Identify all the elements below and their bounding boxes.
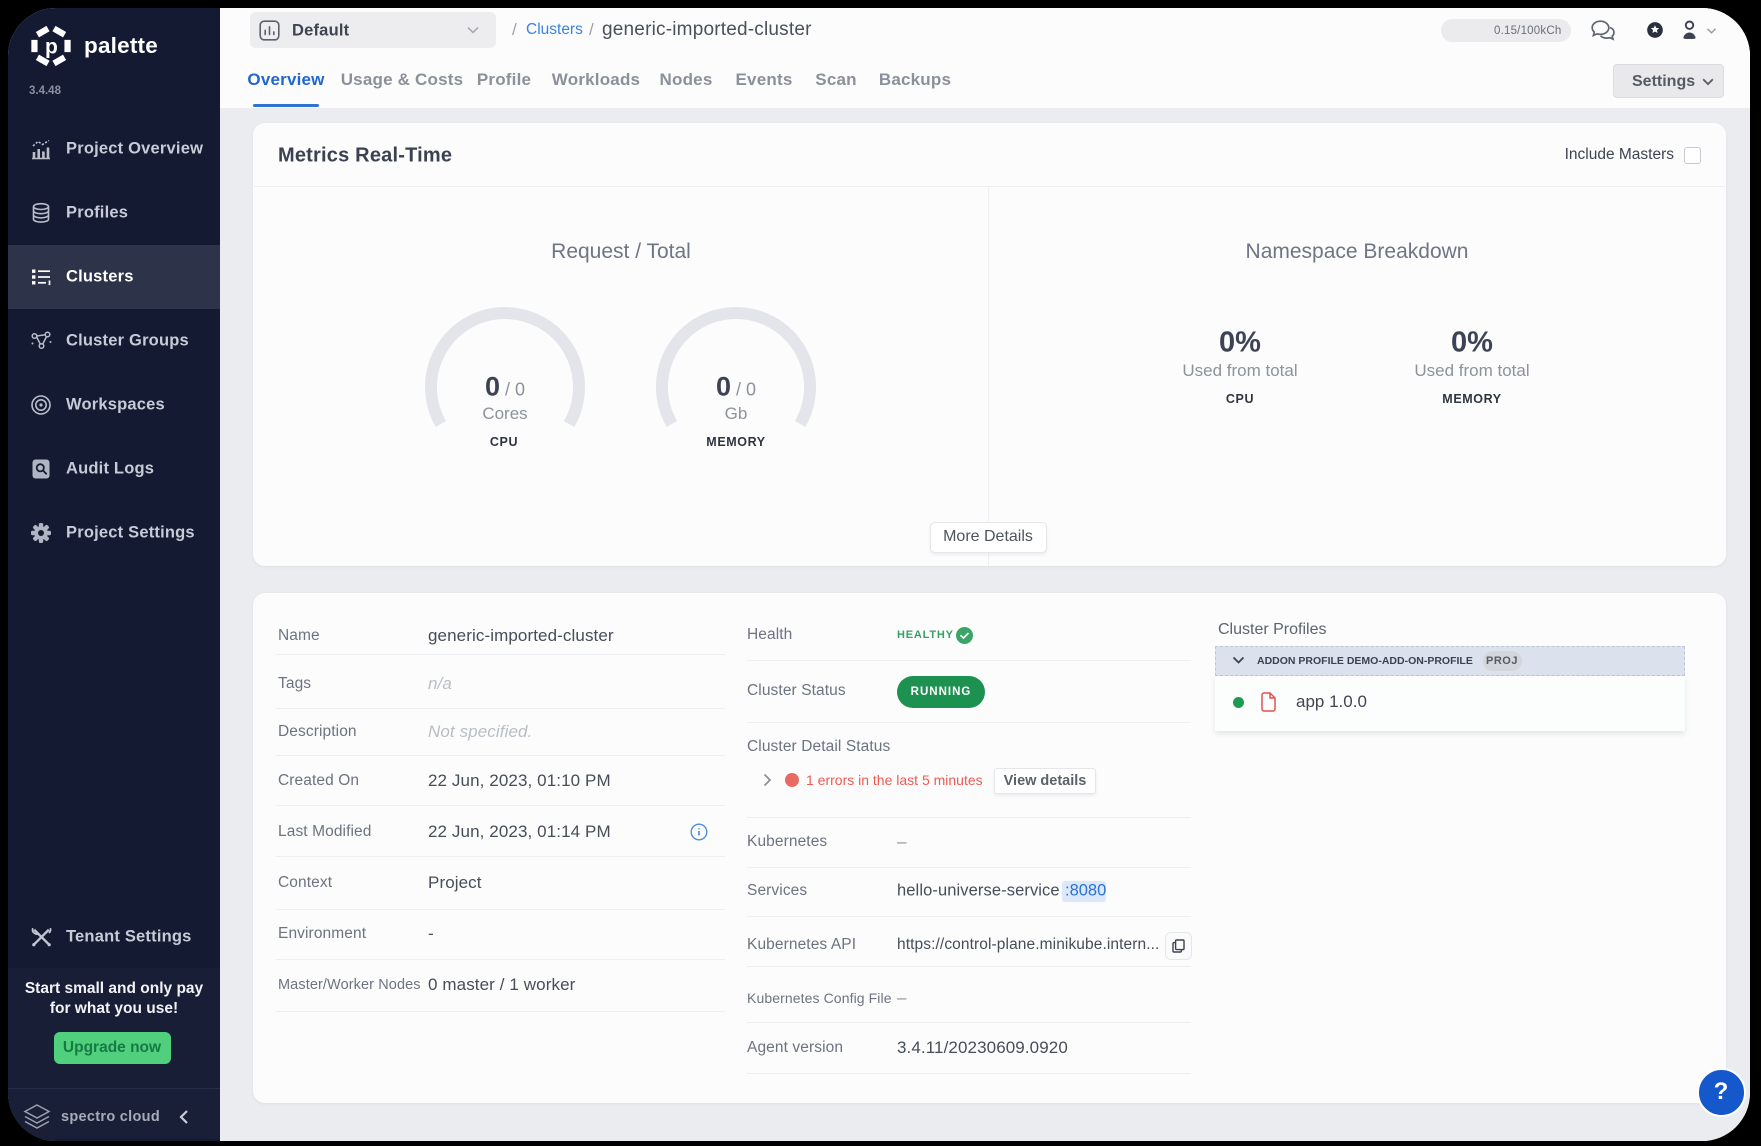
svg-text:p: p: [45, 36, 58, 59]
